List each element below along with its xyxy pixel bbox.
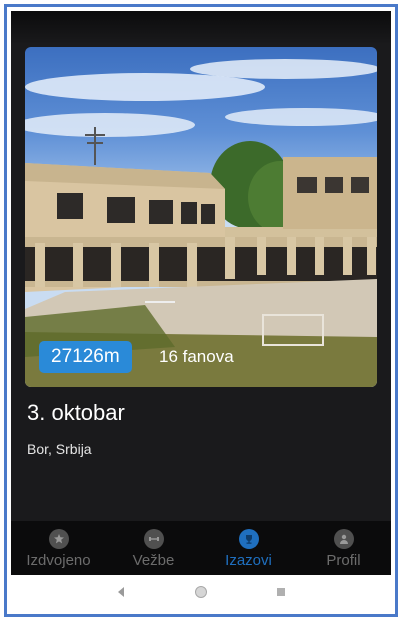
nav-label: Izazovi [225,552,272,569]
home-icon[interactable] [194,585,208,599]
challenge-location: Bor, Srbija [27,441,92,457]
bottom-navigation: Izdvojeno Vežbe Izazovi Profil [11,521,391,575]
system-navigation-bar [11,575,391,609]
distance-badge: 27126m [39,341,132,373]
challenge-title[interactable]: 3. oktobar [27,399,125,427]
nav-item-izazovi[interactable]: Izazovi [201,521,296,575]
trophy-icon [238,529,259,549]
phone-screen: 27126m 16 fanova 3. oktobar Bor, Srbija … [11,11,391,609]
fans-count: 16 fanova [159,347,234,366]
dumbbell-icon [143,529,164,549]
nav-item-vezbe[interactable]: Vežbe [106,521,201,575]
status-bar [11,11,391,45]
challenge-photo[interactable] [25,47,377,387]
school-building-image [25,59,377,387]
nav-item-profil[interactable]: Profil [296,521,391,575]
recents-icon[interactable] [274,585,288,599]
nav-item-izdvojeno[interactable]: Izdvojeno [11,521,106,575]
back-icon[interactable] [114,585,128,599]
screenshot-frame: 27126m 16 fanova 3. oktobar Bor, Srbija … [4,4,398,617]
star-icon [48,529,69,549]
nav-label: Vežbe [132,552,175,569]
person-icon [333,529,354,549]
nav-label: Izdvojeno [26,552,91,569]
nav-label: Profil [326,552,361,569]
